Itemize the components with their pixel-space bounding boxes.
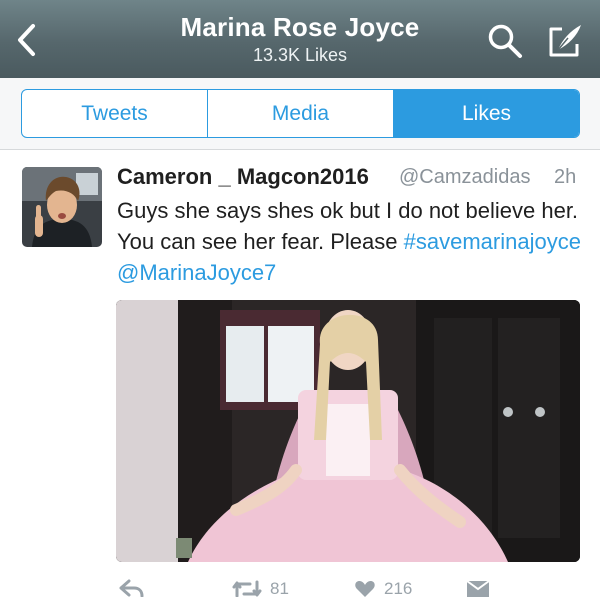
tab-media[interactable]: Media [208, 90, 394, 137]
tab-likes[interactable]: Likes [394, 90, 579, 137]
tweet-media[interactable] [116, 300, 580, 562]
share-button[interactable] [466, 579, 490, 597]
tweet-actions: 81 216 [116, 579, 586, 597]
mention-link[interactable]: @MarinaJoyce7 [117, 260, 276, 285]
heart-icon [355, 581, 375, 597]
search-button[interactable] [486, 22, 524, 60]
avatar[interactable] [22, 167, 102, 247]
segmented-control: Tweets Media Likes [21, 89, 580, 138]
tab-bar: Tweets Media Likes [0, 78, 600, 150]
tweet-timestamp: 2h [554, 166, 577, 188]
compose-icon [549, 25, 581, 57]
compose-button[interactable] [544, 20, 586, 62]
avatar-photo [22, 167, 102, 247]
tweet-card[interactable]: Cameron _ Magcon2016 @Camzadidas 2h Guys… [0, 151, 600, 597]
tweet-text: Guys she says shes ok but I do not belie… [117, 195, 587, 288]
like-count: 216 [384, 579, 413, 597]
retweet-icon [232, 580, 262, 597]
tab-tweets[interactable]: Tweets [22, 90, 208, 137]
media-photo [116, 300, 580, 562]
search-icon [488, 24, 522, 58]
profile-header: Marina Rose Joyce 13.3K Likes [0, 0, 600, 78]
retweet-button[interactable]: 81 [232, 579, 289, 597]
envelope-icon [466, 580, 490, 597]
like-button[interactable]: 216 [354, 579, 412, 597]
author-name[interactable]: Cameron _ Magcon2016 [117, 164, 369, 190]
retweet-count: 81 [270, 579, 289, 597]
hashtag-link[interactable]: #savemarinajoyce [404, 229, 581, 254]
reply-button[interactable] [118, 579, 144, 597]
author-handle[interactable]: @Camzadidas [399, 166, 530, 189]
reply-icon [119, 579, 144, 597]
